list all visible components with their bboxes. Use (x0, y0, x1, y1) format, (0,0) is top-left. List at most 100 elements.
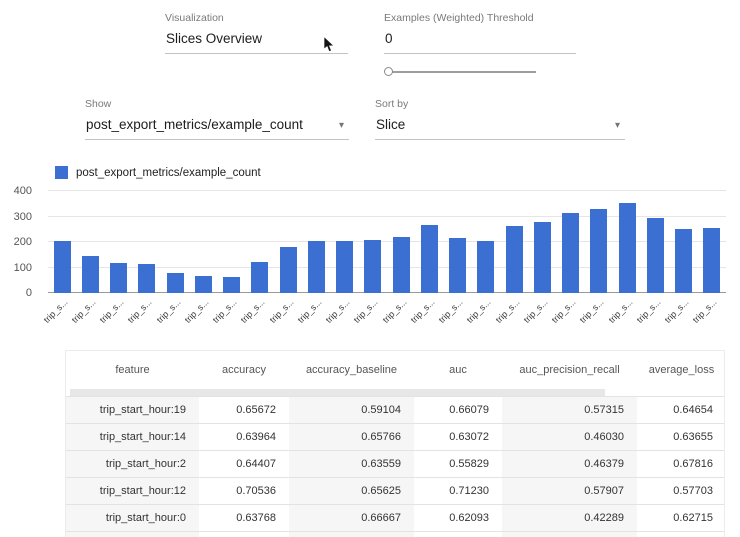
metric-cell: 0.57907 (502, 478, 637, 504)
bar[interactable] (336, 240, 354, 293)
threshold-input[interactable] (384, 29, 576, 54)
table-row: trip_start_hour:2 0.64407 0.63559 0.55829 0.… (66, 450, 724, 477)
metric-cell: 0.63072 (449, 431, 489, 443)
bar[interactable] (618, 203, 636, 293)
table-horizontal-scrollbar[interactable] (70, 389, 605, 396)
bar-slot (613, 191, 641, 293)
bar-slot (302, 191, 330, 293)
bar[interactable] (533, 221, 551, 293)
visualization-select[interactable]: Slices Overview (165, 29, 348, 54)
sort-by-value: Slice (376, 117, 406, 132)
x-axis-labels: trip_s... trip_s... trip_s... trip_s... trip… (41, 295, 726, 337)
metric-cell: 0.44173 (502, 532, 637, 537)
bar[interactable] (590, 208, 608, 293)
bar[interactable] (675, 229, 693, 293)
bar[interactable] (703, 227, 721, 293)
bar-slot (585, 191, 613, 293)
metric-cell: 0.63655 (673, 431, 713, 443)
bar[interactable] (562, 212, 580, 293)
bar[interactable] (81, 255, 99, 293)
y-tick-label: 200 (13, 236, 32, 248)
chart-legend: post_export_metrics/example_count (55, 166, 740, 179)
slicing-metrics-view: Visualization Slices Overview Examples (… (0, 0, 740, 537)
bar[interactable] (223, 276, 241, 293)
bar[interactable] (307, 240, 325, 293)
threshold-slider[interactable] (384, 66, 536, 78)
bar-slot (48, 191, 76, 293)
bar[interactable] (166, 273, 184, 293)
column-header-accuracy_baseline[interactable]: accuracy_baseline (289, 364, 414, 376)
bar[interactable] (364, 239, 382, 293)
bar[interactable] (110, 263, 128, 293)
bar[interactable] (53, 240, 71, 293)
y-axis-labels: 0 100 200 300 400 (2, 185, 40, 299)
bar[interactable] (449, 238, 467, 293)
feature-cell: trip_start_hour:23 (66, 532, 199, 537)
bar-slot (246, 191, 274, 293)
metric-cell: 0.64407 (236, 458, 276, 470)
column-header-average_loss[interactable]: average_loss (637, 364, 726, 376)
table-row: trip_start_hour:12 0.70536 0.65625 0.71230 0… (66, 477, 724, 504)
bar-slot (331, 191, 359, 293)
bar[interactable] (420, 224, 438, 293)
metric-cell: 0.65625 (289, 478, 414, 504)
feature-cell: trip_start_hour:2 (66, 451, 199, 477)
feature-cell: trip_start_hour:0 (66, 505, 199, 531)
show-label: Show (85, 98, 112, 110)
bar-slot (218, 191, 246, 293)
bar-slot (189, 191, 217, 293)
chevron-down-icon: ▾ (614, 120, 620, 131)
metric-cell: 0.62093 (449, 512, 489, 524)
sort-by-control: Sort by Slice ▾ (375, 98, 625, 140)
y-tick-label: 100 (13, 261, 32, 274)
table-row: trip_start_hour:0 0.63768 0.66667 0.62093 0.… (66, 504, 724, 531)
visualization-control: Visualization Slices Overview (165, 12, 348, 78)
legend-label: post_export_metrics/example_count (76, 166, 261, 179)
bar[interactable] (505, 225, 523, 293)
bar-chart-plot-area: 0 100 200 300 400 (14, 185, 726, 299)
bar[interactable] (392, 236, 410, 293)
column-header-auc[interactable]: auc (414, 364, 502, 376)
mouse-cursor-icon (323, 35, 335, 56)
bar-slot (557, 191, 585, 293)
bar[interactable] (279, 247, 297, 293)
table-header-row: feature accuracy accuracy_baseline auc auc_p… (66, 351, 724, 389)
slider-knob[interactable] (384, 67, 393, 76)
bar-slot (698, 191, 726, 293)
metric-cell: 0.65672 (236, 404, 276, 416)
metric-cell: 0.67816 (673, 458, 713, 470)
bar[interactable] (251, 261, 269, 293)
sort-by-label: Sort by (375, 98, 409, 110)
slider-track[interactable] (388, 71, 536, 73)
metric-cell: 0.63559 (289, 451, 414, 477)
column-header-auc_precision_recall[interactable]: auc_precision_recall (502, 364, 637, 376)
bar[interactable] (477, 240, 495, 293)
metric-cell: 0.57315 (502, 397, 637, 423)
visualization-value: Slices Overview (166, 31, 263, 46)
bar[interactable] (646, 218, 664, 293)
threshold-label: Examples (Weighted) Threshold (384, 12, 534, 24)
bar-slot (415, 191, 443, 293)
bar-slot (641, 191, 669, 293)
metric-cell: 0.55829 (449, 458, 489, 470)
x-axis-label: trip_s... (41, 297, 70, 325)
sort-by-select[interactable]: Slice ▾ (375, 115, 625, 140)
column-header-accuracy[interactable]: accuracy (199, 364, 289, 376)
metric-cell: 0.63964 (236, 431, 276, 443)
threshold-control: Examples (Weighted) Threshold (384, 12, 576, 78)
table-row: trip_start_hour:230.660160.648440.583370… (66, 531, 724, 537)
metric-cell: 0.63768 (236, 512, 276, 524)
show-metric-select[interactable]: post_export_metrics/example_count ▾ (85, 115, 349, 140)
bar-slot (105, 191, 133, 293)
metric-cell: 0.65766 (289, 424, 414, 450)
bar[interactable] (138, 264, 156, 293)
bar-slot (387, 191, 415, 293)
column-header-feature[interactable]: feature (66, 364, 199, 376)
metric-cell: 0.64654 (673, 404, 713, 416)
feature-cell: trip_start_hour:19 (66, 397, 199, 423)
metrics-table: feature accuracy accuracy_baseline auc auc_p… (65, 350, 725, 537)
bar[interactable] (194, 275, 212, 293)
bar-slot (472, 191, 500, 293)
table-row: trip_start_hour:14 0.63964 0.65766 0.63072 0… (66, 423, 724, 450)
metric-cell: 0.42289 (502, 505, 637, 531)
